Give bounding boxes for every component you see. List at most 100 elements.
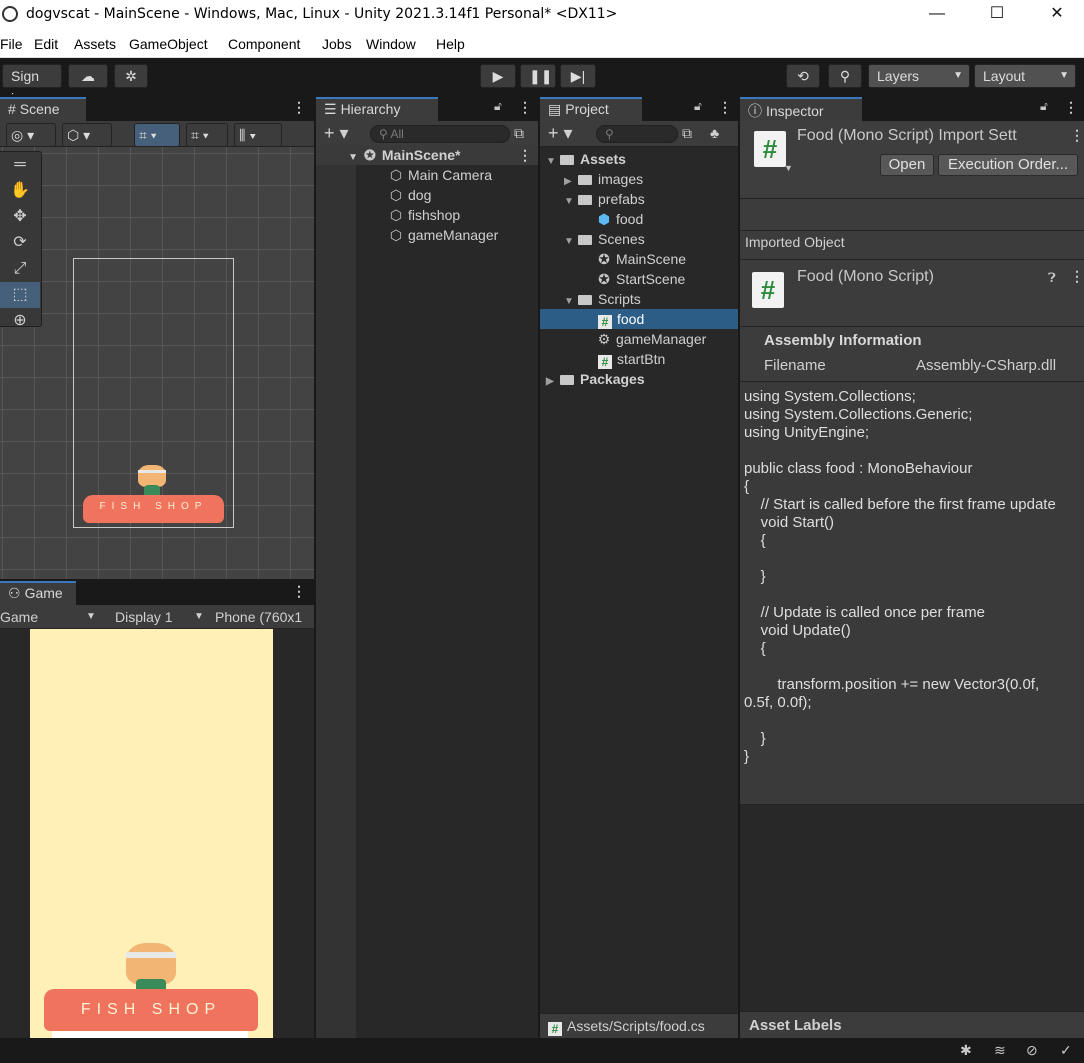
more-options-icon[interactable]: ⋮ xyxy=(292,583,306,600)
gameobject-icon: ⬡ xyxy=(389,167,403,183)
chevron-down-icon[interactable]: ▼ xyxy=(86,607,96,627)
search-by-type-icon[interactable]: ⧉ xyxy=(682,123,692,143)
menu-window[interactable]: Window xyxy=(366,36,416,52)
asset-startscene[interactable]: ✪ StartScene xyxy=(596,269,685,289)
expand-arrow-icon[interactable]: ▶ xyxy=(546,372,560,392)
sign-in-button[interactable]: Sign in xyxy=(2,64,62,106)
gizmo-toggle[interactable]: ⌗ ▾ xyxy=(134,123,180,147)
more-options-icon[interactable]: ⋮ xyxy=(292,99,306,116)
layers-label: Layers xyxy=(877,68,920,84)
hierarchy-item-main-camera[interactable]: ⬡ Main Camera xyxy=(388,165,492,185)
shading-dropdown[interactable]: ⬡ ▾ xyxy=(62,123,112,147)
chevron-down-icon[interactable]: ▼ xyxy=(784,163,793,173)
asset-gamemanager[interactable]: ⚙ gameManager xyxy=(596,329,707,349)
tab-hierarchy[interactable]: ☰ Hierarchy xyxy=(316,97,438,121)
menu-gameobject[interactable]: GameObject xyxy=(129,36,208,52)
folder-scripts[interactable]: ▼ Scripts xyxy=(564,289,641,309)
close-button[interactable]: ✕ xyxy=(1034,2,1080,28)
more-options-icon[interactable]: ⋮ xyxy=(718,99,732,116)
game-viewport[interactable]: FISH SHOP xyxy=(30,629,273,1038)
help-icon[interactable]: ❓︎ xyxy=(1048,270,1056,286)
menu-edit[interactable]: Edit xyxy=(34,36,58,52)
minimize-button[interactable]: — xyxy=(914,2,960,28)
lock-icon[interactable]: 🔓︎ xyxy=(1040,99,1048,114)
expand-arrow-icon[interactable]: ▼ xyxy=(546,152,560,172)
menu-help[interactable]: Help xyxy=(436,36,465,52)
asset-food-prefab[interactable]: ⬢ food xyxy=(596,209,643,229)
layout-dropdown[interactable]: Layout ▼ xyxy=(974,64,1076,88)
cloud-icon[interactable]: ☁ xyxy=(68,64,108,88)
expand-arrow-icon[interactable]: ▼ xyxy=(564,192,578,212)
move-tool-icon[interactable]: ✥ xyxy=(0,204,40,230)
tab-game[interactable]: ⚇ Game xyxy=(0,581,76,605)
asset-labels-bar[interactable]: Asset Labels xyxy=(740,1011,1084,1038)
scene-root-item[interactable]: ▼ ✪ MainScene* ⋮ xyxy=(316,145,538,165)
menu-component[interactable]: Component xyxy=(228,36,300,52)
more-options-icon[interactable]: ⋮ xyxy=(1070,127,1084,144)
asset-labels-label: Asset Labels xyxy=(749,1017,842,1034)
layers-dropdown[interactable]: Layers ▼ xyxy=(868,64,970,88)
resolution-dropdown[interactable]: Phone (760x1 xyxy=(215,607,302,627)
play-button[interactable]: ▶ xyxy=(480,64,516,88)
snap-dropdown[interactable]: ⌗ ▾ xyxy=(186,123,228,147)
hierarchy-item-gamemanager[interactable]: ⬡ gameManager xyxy=(388,225,498,245)
search-icon[interactable]: ⚲ xyxy=(828,64,862,88)
asset-mainscene[interactable]: ✪ MainScene xyxy=(596,249,686,269)
create-button[interactable]: + ▾ xyxy=(548,123,573,143)
open-button[interactable]: Open xyxy=(880,154,934,176)
folder-packages[interactable]: ▶ Packages xyxy=(546,369,645,389)
draw-mode-dropdown[interactable]: ◎ ▾ xyxy=(6,123,56,147)
execution-order-button[interactable]: Execution Order... xyxy=(938,154,1078,176)
expand-arrow-icon[interactable]: ▼ xyxy=(316,148,358,168)
rotate-tool-icon[interactable]: ⟳ xyxy=(0,230,40,256)
collab-icon[interactable]: ✲ xyxy=(114,64,148,88)
scale-tool-icon[interactable]: ⤢ xyxy=(0,256,40,282)
check-icon[interactable]: ✓ xyxy=(1060,1042,1072,1059)
rect-tool-icon[interactable]: ⬚ xyxy=(0,282,40,308)
step-button[interactable]: ▶| xyxy=(560,64,596,88)
cat-sprite[interactable] xyxy=(138,465,166,487)
display-dropdown[interactable]: Display 1 xyxy=(115,607,173,627)
menu-jobs[interactable]: Jobs xyxy=(322,36,352,52)
tab-project[interactable]: ▤ Project xyxy=(540,97,642,121)
folder-scenes[interactable]: ▼ Scenes xyxy=(564,229,645,249)
search-options-icon[interactable]: ⧉ xyxy=(514,123,524,143)
menu-file[interactable]: File xyxy=(0,36,23,52)
transform-tool-icon[interactable]: ⊕ xyxy=(0,308,40,334)
pause-button[interactable]: ❚❚ xyxy=(520,64,556,88)
menu-assets[interactable]: Assets xyxy=(74,36,116,52)
add-button[interactable]: + ▾ xyxy=(324,123,349,143)
hierarchy-item-dog[interactable]: ⬡ dog xyxy=(388,185,431,205)
unity-scene-icon: ✪ xyxy=(364,147,376,163)
folder-prefabs[interactable]: ▼ prefabs xyxy=(564,189,645,209)
more-options-icon[interactable]: ⋮ xyxy=(518,145,532,165)
asset-startbtn[interactable]: # startBtn xyxy=(598,349,665,369)
history-icon[interactable]: ⟲ xyxy=(786,64,820,88)
search-by-label-icon[interactable]: ♣ xyxy=(710,123,719,143)
lock-icon[interactable]: 🔓︎ xyxy=(694,99,702,114)
more-options-icon[interactable]: ⋮ xyxy=(518,99,532,116)
hierarchy-item-fishshop[interactable]: ⬡ fishshop xyxy=(388,205,460,225)
more-options-icon[interactable]: ⋮ xyxy=(1064,99,1078,116)
project-search-input[interactable]: ⚲ xyxy=(596,125,678,143)
folder-assets[interactable]: ▼ Assets xyxy=(546,149,626,169)
hierarchy-search-input[interactable]: ⚲ All xyxy=(370,125,510,143)
maximize-button[interactable]: ☐ xyxy=(974,2,1020,28)
lock-icon[interactable]: 🔓︎ xyxy=(494,99,502,114)
fishshop-sprite[interactable]: FISH SHOP xyxy=(83,495,224,523)
cache-icon[interactable]: ≋ xyxy=(994,1042,1006,1059)
expand-arrow-icon[interactable]: ▼ xyxy=(564,232,578,252)
more-options-icon[interactable]: ⋮ xyxy=(1070,268,1084,285)
drag-handle-icon[interactable]: ═ xyxy=(0,152,40,178)
tab-inspector[interactable]: ⓘ Inspector xyxy=(740,97,862,121)
tab-scene[interactable]: # Scene xyxy=(0,97,86,121)
grid-snap-dropdown[interactable]: ⫼ ▾ xyxy=(234,123,282,147)
hand-tool-icon[interactable]: ✋ xyxy=(0,178,40,204)
asset-food-script[interactable]: # food xyxy=(540,309,738,329)
folder-images[interactable]: ▶ images xyxy=(564,169,643,189)
game-view-dropdown[interactable]: Game xyxy=(0,607,38,627)
scene-viewport[interactable]: ═ ✋ ✥ ⟳ ⤢ ⬚ ⊕ FISH SHOP xyxy=(0,147,314,579)
debug-icon[interactable]: ⊘ xyxy=(1026,1042,1038,1059)
chevron-down-icon[interactable]: ▼ xyxy=(194,607,204,627)
bug-icon[interactable]: ✱ xyxy=(960,1042,972,1059)
